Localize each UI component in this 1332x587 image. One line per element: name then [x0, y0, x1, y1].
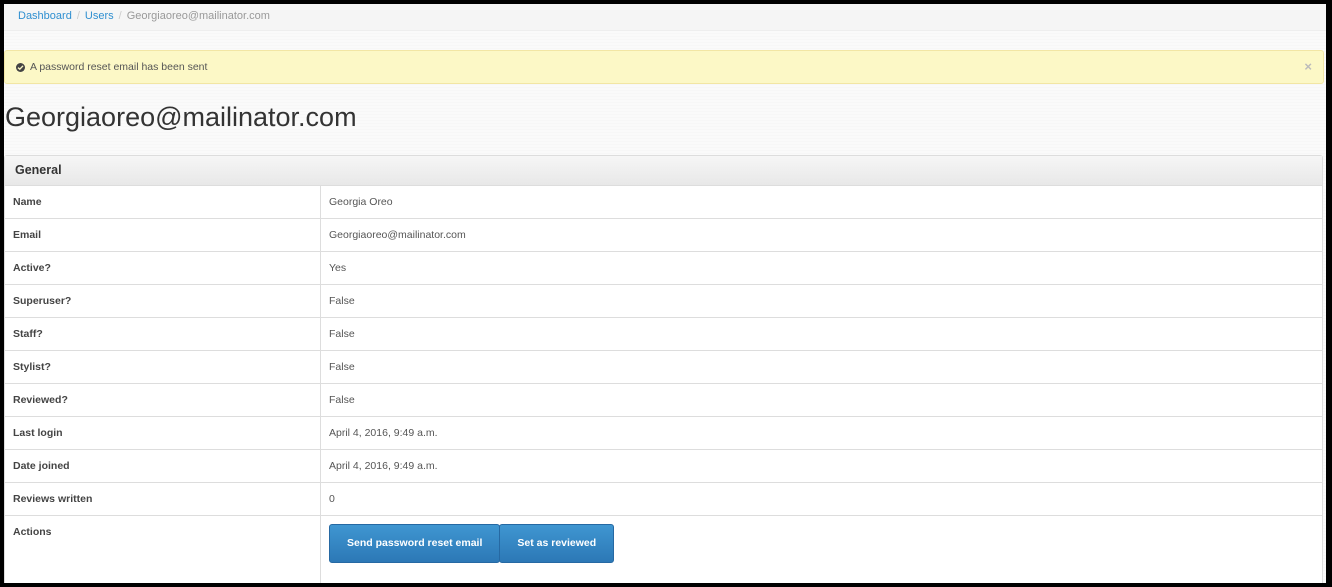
- general-panel: General Name Georgia Oreo Email Georgiaore…: [4, 155, 1323, 583]
- table-row: Superuser? False: [5, 284, 1322, 318]
- actions-cell: Send password reset email Set as reviewed: [320, 515, 1322, 583]
- breadcrumb-dashboard-link[interactable]: Dashboard: [18, 10, 72, 22]
- row-label: Last login: [5, 416, 321, 450]
- set-as-reviewed-button[interactable]: Set as reviewed: [499, 524, 615, 563]
- actions-row: Actions Send password reset email Set as …: [5, 515, 1322, 583]
- breadcrumb-users-link[interactable]: Users: [85, 10, 114, 22]
- page-title: Georgiaoreo@mailinator.com: [5, 102, 357, 132]
- table-row: Date joined April 4, 2016, 9:49 a.m.: [5, 449, 1322, 483]
- table-row: Email Georgiaoreo@mailinator.com: [5, 218, 1322, 252]
- row-value: False: [320, 350, 1322, 384]
- row-label: Active?: [5, 251, 321, 285]
- row-value: April 4, 2016, 9:49 a.m.: [320, 416, 1322, 450]
- alert-message: A password reset email has been sent: [30, 61, 208, 73]
- breadcrumb: Dashboard / Users / Georgiaoreo@mailinator.c…: [4, 4, 1326, 31]
- row-label: Reviews written: [5, 482, 321, 516]
- row-value: Yes: [320, 251, 1322, 285]
- page: Dashboard / Users / Georgiaoreo@mailinator.c…: [4, 4, 1326, 583]
- table-row: Active? Yes: [5, 251, 1322, 285]
- panel-heading: General: [5, 156, 1322, 186]
- row-label: Superuser?: [5, 284, 321, 318]
- breadcrumb-separator: /: [118, 10, 122, 22]
- actions-label: Actions: [5, 515, 321, 583]
- row-label: Stylist?: [5, 350, 321, 384]
- table-row: Name Georgia Oreo: [5, 186, 1322, 219]
- send-password-reset-button[interactable]: Send password reset email: [329, 524, 501, 563]
- check-circle-icon: [16, 63, 25, 72]
- table-row: Reviewed? False: [5, 383, 1322, 417]
- success-alert: A password reset email has been sent ×: [4, 50, 1324, 84]
- row-value: April 4, 2016, 9:49 a.m.: [320, 449, 1322, 483]
- breadcrumb-separator: /: [76, 10, 80, 22]
- row-label: Date joined: [5, 449, 321, 483]
- table-row: Last login April 4, 2016, 9:49 a.m.: [5, 416, 1322, 450]
- user-details-table: Name Georgia Oreo Email Georgiaoreo@mailin…: [5, 186, 1322, 583]
- row-value: False: [320, 284, 1322, 318]
- row-value: False: [320, 317, 1322, 351]
- row-value: 0: [320, 482, 1322, 516]
- row-label: Staff?: [5, 317, 321, 351]
- row-label: Email: [5, 218, 321, 252]
- row-value: Georgiaoreo@mailinator.com: [320, 218, 1322, 252]
- table-row: Reviews written 0: [5, 482, 1322, 516]
- table-row: Stylist? False: [5, 350, 1322, 384]
- table-row: Staff? False: [5, 317, 1322, 351]
- breadcrumb-current: Georgiaoreo@mailinator.com: [126, 10, 270, 22]
- row-label: Name: [5, 186, 321, 219]
- row-value: False: [320, 383, 1322, 417]
- row-label: Reviewed?: [5, 383, 321, 417]
- alert-close-button[interactable]: ×: [1304, 51, 1312, 83]
- row-value: Georgia Oreo: [329, 196, 393, 208]
